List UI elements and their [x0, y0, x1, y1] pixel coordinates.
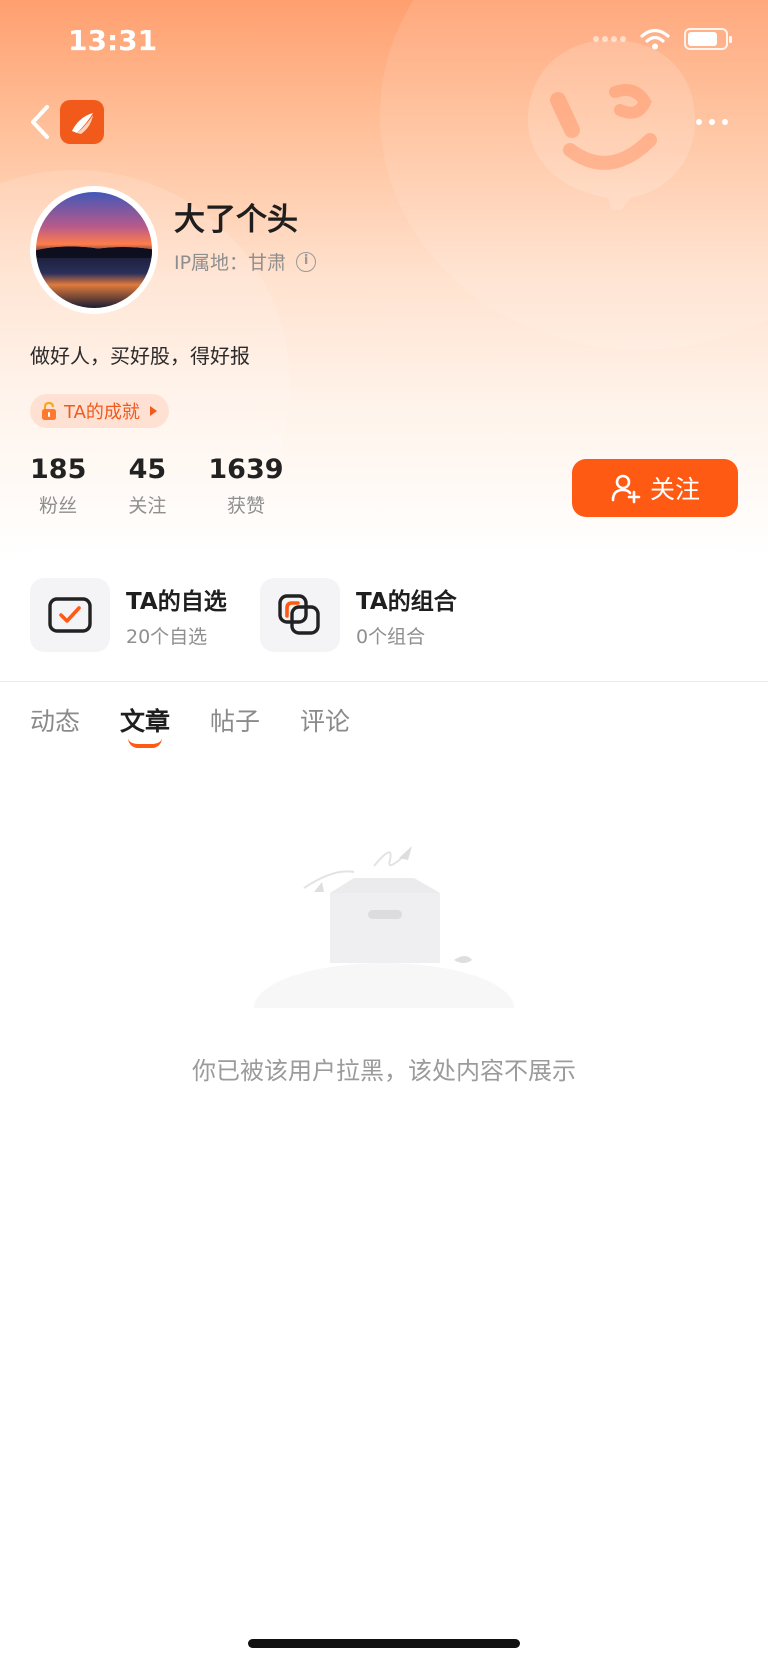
username: 大了个头 [174, 202, 298, 238]
follow-button[interactable]: 关注 [572, 459, 738, 517]
portfolio-icon-box [260, 578, 340, 652]
watchlist-text: TA的自选 20个自选 [126, 582, 227, 649]
more-options-button[interactable] [696, 108, 728, 136]
stat-likes: 1639 获赞 [208, 454, 283, 518]
logo-icon [72, 113, 93, 134]
battery-icon [684, 28, 732, 50]
dot-icon [696, 119, 702, 125]
avatar[interactable] [30, 186, 158, 314]
follow-label: 关注 [649, 475, 700, 504]
active-tab-indicator [128, 738, 163, 748]
stat-value: 45 [128, 454, 167, 485]
status-icons [593, 28, 732, 50]
dot-icon [722, 119, 728, 125]
lock-icon [42, 401, 56, 420]
portfolio-text: TA的组合 0个组合 [356, 582, 457, 649]
stat-label: 获赞 [226, 495, 265, 517]
portfolio-icon [278, 594, 320, 635]
quick-links: TA的自选 20个自选 TA的组合 0个组合 [30, 578, 466, 652]
content-card: TA的自选 20个自选 TA的组合 0个组合 动态 文章 帖子 评论 你已被该用… [0, 548, 768, 1663]
dot-icon [709, 119, 715, 125]
home-indicator[interactable] [248, 1639, 520, 1648]
avatar-image [36, 192, 152, 308]
arrow-right-icon [149, 406, 157, 416]
watchlist-count: 20个自选 [126, 625, 208, 648]
stat-followers[interactable]: 185 粉丝 [30, 454, 86, 518]
ip-location: IP属地：甘肃 [174, 252, 287, 274]
stat-label: 粉丝 [39, 495, 78, 517]
portfolio-link[interactable]: TA的组合 0个组合 [260, 578, 466, 652]
portfolio-title: TA的组合 [356, 588, 457, 615]
ip-location-row: IP属地：甘肃 i [174, 248, 317, 275]
info-icon[interactable]: i [296, 251, 317, 272]
stat-label: 关注 [128, 495, 167, 517]
stat-following[interactable]: 45 关注 [128, 454, 166, 518]
status-time: 13:31 [68, 24, 158, 57]
achievement-badge[interactable]: TA的成就 [30, 394, 169, 428]
tab-label: 动态 [30, 707, 81, 736]
stat-value: 185 [30, 454, 87, 485]
stat-value: 1639 [208, 454, 284, 485]
tab-activity[interactable]: 动态 [30, 702, 80, 738]
tab-label: 评论 [300, 707, 351, 736]
divider [0, 681, 768, 682]
user-bio: 做好人，买好股，得好报 [30, 344, 250, 368]
tab-label: 帖子 [210, 707, 261, 736]
empty-box-illustration [254, 846, 514, 1008]
empty-state-message: 你已被该用户拉黑，该处内容不展示 [192, 1057, 576, 1085]
portfolio-count: 0个组合 [356, 625, 426, 648]
watchlist-link[interactable]: TA的自选 20个自选 [30, 578, 236, 652]
tab-label: 文章 [120, 707, 171, 736]
content-tabs: 动态 文章 帖子 评论 [30, 702, 350, 748]
tab-articles[interactable]: 文章 [120, 702, 171, 748]
smiley-bubble-icon [528, 40, 695, 210]
signal-icon [593, 36, 626, 42]
stats-row: 185 粉丝 45 关注 1639 获赞 [30, 454, 326, 518]
achievement-label: TA的成就 [64, 402, 140, 423]
wifi-icon [640, 28, 670, 50]
app-logo [60, 100, 104, 144]
tab-posts[interactable]: 帖子 [210, 702, 260, 738]
chevron-left-icon [31, 105, 49, 139]
checklist-icon [48, 597, 92, 633]
add-user-icon [611, 474, 641, 504]
back-button[interactable] [22, 100, 58, 144]
watchlist-icon-box [30, 578, 110, 652]
watchlist-title: TA的自选 [126, 588, 227, 615]
tab-comments[interactable]: 评论 [300, 702, 350, 738]
